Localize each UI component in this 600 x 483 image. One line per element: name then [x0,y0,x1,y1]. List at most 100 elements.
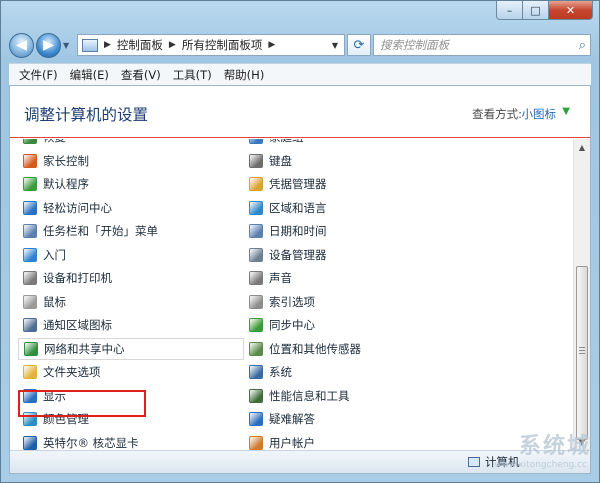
recent-pages-chevron-down-icon[interactable]: ▼ [63,41,73,50]
control-panel-item[interactable]: 位置和其他传感器 [249,338,361,360]
troubleshooting-icon [249,412,263,426]
control-panel-item-label: 设备管理器 [269,247,327,262]
control-panel-item[interactable]: 显示 [23,385,66,407]
address-history-chevron-down-icon[interactable]: ▼ [326,41,344,50]
control-panel-item[interactable]: 英特尔® 核芯显卡 [23,432,139,451]
control-panel-item-label: 同步中心 [269,318,315,332]
control-panel-item-label: 声音 [269,271,292,285]
control-panel-item[interactable]: 通知区域图标 [23,314,112,336]
menu-edit[interactable]: 编辑(E) [64,67,115,83]
control-panel-item-label: 索引选项 [269,294,315,309]
menu-bar: 文件(F) 编辑(E) 查看(V) 工具(T) 帮助(H) [9,63,591,85]
control-panel-item[interactable]: 入门 [23,244,66,266]
view-by-chevron-down-icon[interactable]: ▼ [562,106,570,117]
back-arrow-icon: ◀ [16,37,27,53]
control-panel-items: 恢复家长控制默认程序轻松访问中心任务栏和「开始」菜单入门设备和打印机鼠标通知区域… [10,139,573,450]
control-panel-item[interactable]: 鼠标 [23,291,66,313]
control-panel-item[interactable]: 家长控制 [23,150,89,172]
search-icon[interactable]: ⌕ [579,38,586,53]
address-bar[interactable]: ▶ 控制面板 ▶ 所有控制面板项 ▶ ▼ [77,34,345,56]
control-panel-item[interactable]: 网络和共享中心 [18,337,244,360]
search-placeholder: 搜索控制面板 [380,38,449,52]
control-panel-item[interactable]: 声音 [249,267,292,289]
refresh-button[interactable]: ⟳ [347,34,371,56]
folder-options-icon [23,365,37,379]
ease-of-access-icon [23,200,37,215]
menu-view[interactable]: 查看(V) [115,67,167,83]
system-icon [249,365,263,379]
back-button[interactable]: ◀ [9,32,34,58]
control-panel-item[interactable]: 默认程序 [23,173,89,195]
taskbar-icon [23,224,37,238]
breadcrumb-separator-icon[interactable]: ▶ [104,40,111,50]
control-panel-item[interactable]: 恢复 [23,139,66,148]
navigation-bar: ◀ ▶ ▼ ▶ 控制面板 ▶ 所有控制面板项 ▶ ▼ ⟳ 搜索控制面板 ⌕ [9,29,591,61]
control-panel-item[interactable]: 凭据管理器 [249,173,327,195]
view-by-dropdown[interactable]: 小图标 [522,106,557,122]
restore-icon [23,139,37,144]
search-input[interactable]: 搜索控制面板 ⌕ [373,34,591,56]
vertical-scrollbar[interactable]: ▲ ▼ [573,139,590,450]
scroll-up-arrow-icon[interactable]: ▲ [574,139,590,155]
control-panel-item[interactable]: 颜色管理 [23,408,89,430]
minimize-button[interactable]: – [496,1,523,20]
breadcrumb-control-panel[interactable]: 控制面板 [117,37,163,53]
control-panel-item-label: 家庭组 [269,139,304,145]
control-panel-icon [82,38,98,52]
default-programs-icon [23,177,37,191]
control-panel-item[interactable]: 设备管理器 [249,244,327,266]
control-panel-item-label: 系统 [269,365,292,379]
control-panel-item-label: 区域和语言 [269,200,327,215]
control-panel-item[interactable]: 设备和打印机 [23,267,112,289]
device-manager-icon [249,247,263,262]
control-panel-item-label: 任务栏和「开始」菜单 [43,224,158,238]
control-panel-item[interactable]: 文件夹选项 [23,361,101,383]
scrollbar-thumb[interactable] [576,266,588,440]
close-button[interactable]: ✕ [549,1,593,20]
menu-help[interactable]: 帮助(H) [218,67,271,83]
region-language-icon [249,200,263,215]
control-panel-item-label: 通知区域图标 [43,318,112,332]
control-panel-item[interactable]: 家庭组 [249,139,304,148]
scrollbar-grip-icon [579,347,585,356]
computer-icon [468,457,480,467]
forward-button[interactable]: ▶ [36,32,61,58]
caption-buttons: – □ ✕ [496,1,593,21]
color-management-icon [23,412,37,426]
homegroup-icon [249,139,263,144]
control-panel-item[interactable]: 性能信息和工具 [249,385,350,407]
credential-manager-icon [249,177,263,191]
control-panel-item[interactable]: 疑难解答 [249,408,315,430]
control-panel-item-label: 显示 [43,388,66,403]
content-pane: 调整计算机的设置 查看方式: 小图标 ▼ 恢复家长控制默认程序轻松访问中心任务栏… [9,85,591,474]
control-panel-item-label: 位置和其他传感器 [269,341,361,356]
menu-file[interactable]: 文件(F) [13,67,64,83]
control-panel-item[interactable]: 系统 [249,361,292,383]
control-panel-item[interactable]: 日期和时间 [249,220,327,242]
control-panel-item[interactable]: 区域和语言 [249,197,327,219]
page-title: 调整计算机的设置 [24,106,149,124]
control-panel-item-label: 凭据管理器 [269,177,327,191]
control-panel-item[interactable]: 任务栏和「开始」菜单 [23,220,158,242]
control-panel-item[interactable]: 索引选项 [249,291,315,313]
menu-tools[interactable]: 工具(T) [167,67,218,83]
display-icon [23,388,37,403]
control-panel-item-label: 键盘 [269,153,292,168]
breadcrumb-all-items[interactable]: 所有控制面板项 [182,37,263,53]
control-panel-item-label: 入门 [43,247,66,262]
control-panel-item-label: 家长控制 [43,153,89,168]
control-panel-item-label: 性能信息和工具 [269,388,350,403]
control-panel-item-label: 疑难解答 [269,412,315,426]
intel-graphics-icon [23,435,37,450]
control-panel-item[interactable]: 键盘 [249,150,292,172]
control-panel-item-label: 文件夹选项 [43,365,101,379]
control-panel-item[interactable]: 同步中心 [249,314,315,336]
view-by-label: 查看方式: [472,107,522,121]
control-panel-item[interactable]: 用户帐户 [249,432,315,451]
control-panel-item-label: 设备和打印机 [43,271,112,285]
indexing-options-icon [249,294,263,309]
control-panel-item[interactable]: 轻松访问中心 [23,197,112,219]
breadcrumb-separator-icon[interactable]: ▶ [268,40,275,50]
breadcrumb-separator-icon[interactable]: ▶ [169,40,176,50]
maximize-button[interactable]: □ [523,1,549,20]
